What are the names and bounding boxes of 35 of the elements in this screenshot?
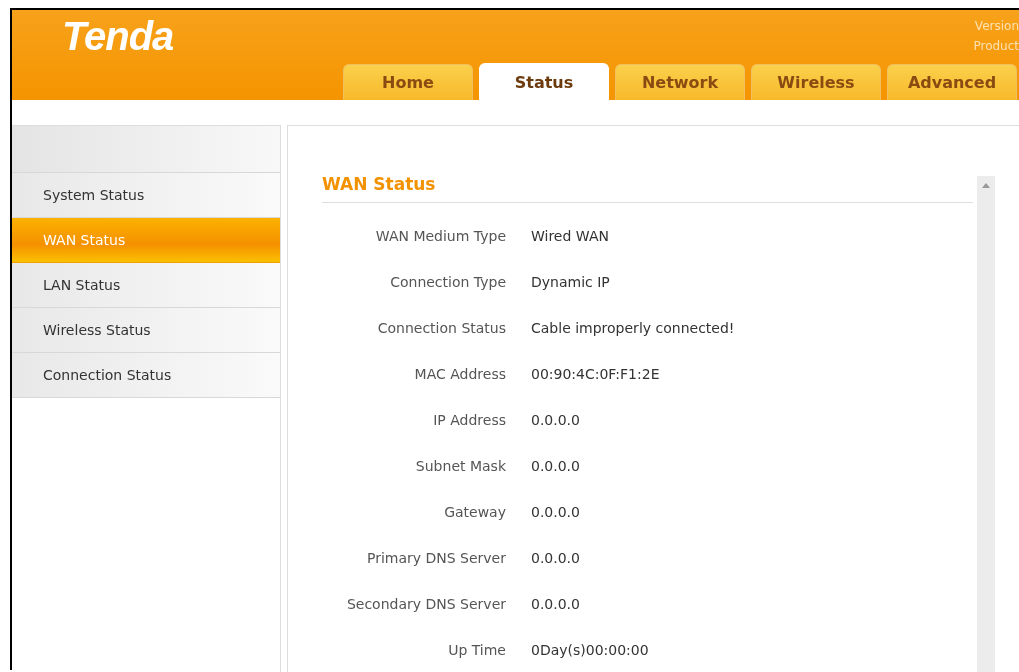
field-label: MAC Address (413, 365, 506, 384)
sidebar-item[interactable]: Wireless Status (12, 308, 280, 353)
nav-tab[interactable]: Advanced (887, 64, 1017, 100)
field-label: Secondary DNS Server (345, 595, 506, 614)
nav-tab[interactable]: Network (615, 64, 745, 100)
sidebar-item[interactable]: LAN Status (12, 263, 280, 308)
field-value: 0.0.0.0 (531, 457, 581, 476)
field-label: WAN Medium Type (374, 227, 506, 246)
info-text: Version (974, 18, 1019, 35)
field-value: 0Day(s)00:00:00 (531, 641, 650, 660)
info-text: Product (973, 38, 1019, 55)
field-label: Connection Type (389, 273, 506, 292)
field-label: Connection Status (376, 319, 506, 338)
sidebar-item[interactable]: System Status (12, 173, 280, 218)
scrollbar[interactable] (977, 176, 995, 672)
sidebar-item[interactable]: Connection Status (12, 353, 280, 398)
field-value: 00:90:4C:0F:F1:2E (531, 365, 661, 384)
field-value: Cable improperly connected! (531, 319, 736, 338)
nav-tab[interactable]: Status (479, 63, 609, 100)
field-value: Dynamic IP (531, 273, 611, 292)
field-label: Up Time (447, 641, 506, 660)
field-label: IP Address (432, 411, 506, 430)
field-label: Subnet Mask (414, 457, 506, 476)
field-value: 0.0.0.0 (531, 503, 581, 522)
field-value: Wired WAN (531, 227, 610, 246)
field-label: Gateway (443, 503, 506, 522)
field-value: 0.0.0.0 (531, 595, 581, 614)
logo: Tenda (62, 14, 174, 60)
section-title: WAN Status (322, 174, 973, 203)
field-label: Primary DNS Server (365, 549, 506, 568)
nav-tab[interactable]: Wireless (751, 64, 881, 100)
field-value: 0.0.0.0 (531, 411, 581, 430)
nav-tab[interactable]: Home (343, 64, 473, 100)
scroll-up-icon[interactable] (982, 182, 990, 188)
field-value: 0.0.0.0 (531, 549, 581, 568)
